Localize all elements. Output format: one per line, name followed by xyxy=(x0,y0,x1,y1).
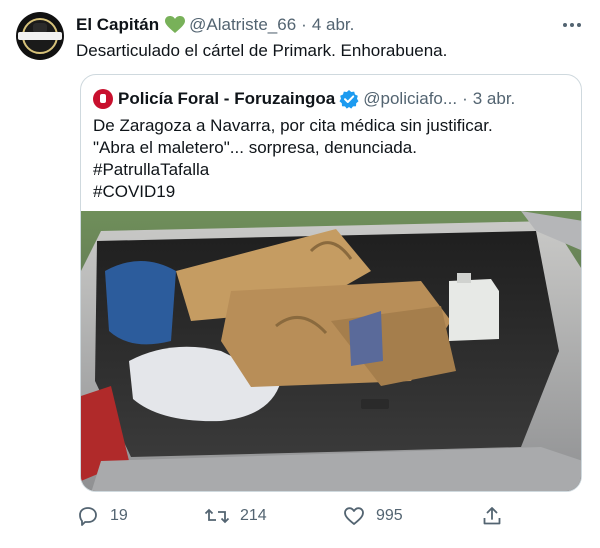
avatar-emblem xyxy=(18,18,62,54)
more-dot-icon xyxy=(570,23,574,27)
like-heart-icon xyxy=(344,507,364,525)
author-avatar[interactable] xyxy=(16,12,64,60)
reply-button[interactable]: 19 xyxy=(76,503,128,529)
reply-icon xyxy=(79,507,97,526)
share-icon xyxy=(483,507,501,525)
verified-badge-icon xyxy=(339,89,359,109)
more-dot-icon xyxy=(577,23,581,27)
retweet-icon xyxy=(204,508,230,524)
tweet-actions: 19 214 995 xyxy=(76,503,506,529)
share-button[interactable] xyxy=(480,503,514,529)
author-name[interactable]: El Capitán xyxy=(76,15,159,35)
avatar-band-shape xyxy=(18,32,62,40)
quoted-tweet-photo[interactable] xyxy=(81,211,581,491)
author-handle[interactable]: @Alatriste_66 xyxy=(189,15,296,35)
retweet-count: 214 xyxy=(240,507,267,524)
more-options-button[interactable] xyxy=(557,14,587,36)
green-heart-icon xyxy=(165,16,186,34)
quoted-tweet-date[interactable]: 3 abr. xyxy=(473,89,516,109)
tweet-header: El Capitán @Alatriste_66 · 4 abr. xyxy=(76,14,354,36)
quoted-author-handle[interactable]: @policiafo... xyxy=(363,89,457,109)
car-trunk-photo-illustration xyxy=(81,211,581,491)
tweet-text: Desarticulado el cártel de Primark. Enho… xyxy=(76,41,448,60)
retweet-button[interactable]: 214 xyxy=(204,503,267,529)
tweet[interactable]: El Capitán @Alatriste_66 · 4 abr. Desart… xyxy=(0,0,600,548)
like-button[interactable]: 995 xyxy=(342,503,403,529)
more-dot-icon xyxy=(563,23,567,27)
quoted-tweet[interactable]: Policía Foral - Foruzaingoa @policiafo..… xyxy=(80,74,582,492)
separator-dot: · xyxy=(462,89,468,108)
tweet-date[interactable]: 4 abr. xyxy=(312,15,355,35)
quoted-author-avatar[interactable] xyxy=(93,89,113,109)
quoted-author-name[interactable]: Policía Foral - Foruzaingoa xyxy=(118,89,335,109)
like-count: 995 xyxy=(376,507,403,524)
separator-dot: · xyxy=(301,15,307,34)
reply-count: 19 xyxy=(110,507,128,524)
quoted-tweet-header: Policía Foral - Foruzaingoa @policiafo..… xyxy=(93,88,515,110)
quoted-tweet-text: De Zaragoza a Navarra, por cita médica s… xyxy=(93,116,493,201)
